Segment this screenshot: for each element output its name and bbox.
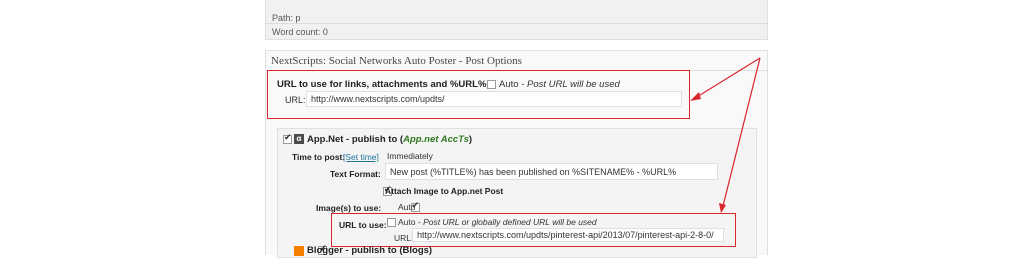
annotation-arrows xyxy=(690,57,761,213)
arrow-to-appnet-url xyxy=(721,57,761,211)
arrow-to-url-settings xyxy=(691,57,761,101)
arrowhead-appnet-url xyxy=(719,203,726,213)
arrowhead-url-settings xyxy=(690,92,701,101)
